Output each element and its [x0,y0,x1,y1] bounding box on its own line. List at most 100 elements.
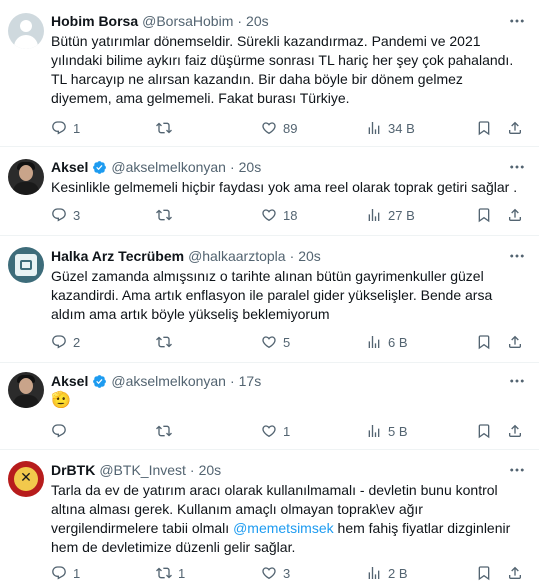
views-button[interactable]: 5 B [366,423,408,439]
timestamp[interactable]: 20s [298,247,321,265]
tweet-header: Halka Arz Tecrübem @halkaarztopla · 20s [51,247,321,265]
tweet[interactable]: Hobim Borsa @BorsaHobim · 20s Bütün yatı… [0,0,539,147]
like-button[interactable]: 89 [261,120,297,136]
views-count: 5 B [388,423,408,439]
reply-count: 3 [73,207,81,223]
reply-button[interactable]: 3 [51,207,80,223]
avatar[interactable]: ✕ [8,461,44,497]
tweet-header: Hobim Borsa @BorsaHobim · 20s [51,12,269,30]
more-icon[interactable] [507,12,527,30]
mention-link[interactable]: @memetsimsek [233,520,334,536]
retweet-button[interactable]: 1 [156,565,185,581]
views-count: 6 B [388,334,408,350]
tweet[interactable]: ✕ DrBTK @BTK_Invest · 20s Tarla da ev de… [0,450,539,582]
avatar[interactable] [8,13,44,49]
reply-button[interactable]: 1 [51,565,80,581]
tweet-text: Güzel zamanda almışsınız o tarihte alına… [51,268,493,322]
bookmark-button[interactable] [476,207,492,223]
share-icon [507,120,523,136]
avatar[interactable] [8,247,44,283]
like-icon [261,423,277,439]
views-count: 34 B [388,120,415,136]
reply-icon [51,565,67,581]
action-bar: 1 1 3 2 B [51,564,525,582]
more-icon[interactable] [507,372,527,390]
tweet-header: Aksel @akselmelkonyan · 17s [51,372,262,390]
bookmark-icon [476,207,492,223]
author-name[interactable]: Halka Arz Tecrübem [51,247,184,265]
author-name[interactable]: Hobim Borsa [51,12,138,30]
bookmark-button[interactable] [476,565,492,581]
like-button[interactable]: 5 [261,334,290,350]
views-button[interactable]: 27 B [366,207,415,223]
share-icon [507,207,523,223]
avatar[interactable] [8,372,44,408]
share-button[interactable] [507,334,523,350]
share-button[interactable] [507,423,523,439]
more-icon[interactable] [507,247,527,265]
views-button[interactable]: 2 B [366,565,408,581]
like-count: 1 [283,423,291,439]
retweet-button[interactable] [156,334,178,350]
retweet-button[interactable] [156,423,178,439]
bookmark-button[interactable] [476,120,492,136]
tweet[interactable]: Aksel @akselmelkonyan · 20s Kesinlikle g… [0,147,539,236]
views-icon [366,565,382,581]
author-name[interactable]: DrBTK [51,461,95,479]
verified-icon [92,160,107,175]
author-handle[interactable]: @BorsaHobim [142,12,233,30]
author-handle[interactable]: @akselmelkonyan [111,158,226,176]
reply-count: 1 [73,120,81,136]
timestamp[interactable]: 20s [239,158,262,176]
author-name[interactable]: Aksel [51,372,88,390]
reply-button[interactable] [51,423,73,439]
views-button[interactable]: 34 B [366,120,415,136]
action-bar: 1 5 B [51,422,525,440]
bookmark-button[interactable] [476,334,492,350]
tweet-text: Kesinlikle gelmemeli hiçbir faydası yok … [51,179,518,195]
bookmark-icon [476,565,492,581]
author-handle[interactable]: @akselmelkonyan [111,372,226,390]
bookmark-button[interactable] [476,423,492,439]
reply-count: 1 [73,565,81,581]
timestamp[interactable]: 20s [199,461,222,479]
bookmark-icon [476,423,492,439]
action-bar: 3 18 27 B [51,206,525,224]
author-handle[interactable]: @halkaarztopla [188,247,286,265]
views-icon [366,120,382,136]
bookmark-icon [476,120,492,136]
tweet[interactable]: Halka Arz Tecrübem @halkaarztopla · 20s … [0,236,539,363]
more-icon[interactable] [507,158,527,176]
tweet-text: Bütün yatırımlar dönemseldir. Sürekli ka… [51,33,514,106]
action-bar: 1 89 34 B [51,119,525,137]
avatar[interactable] [8,159,44,195]
verified-icon [92,374,107,389]
reply-count: 2 [73,334,81,350]
like-button[interactable]: 1 [261,423,290,439]
author-handle[interactable]: @BTK_Invest [99,461,186,479]
more-icon[interactable] [507,461,527,479]
timestamp[interactable]: 17s [239,372,262,390]
retweet-button[interactable] [156,120,178,136]
retweet-icon [156,334,172,350]
like-icon [261,207,277,223]
views-button[interactable]: 6 B [366,334,408,350]
views-count: 2 B [388,565,408,581]
share-button[interactable] [507,565,523,581]
like-button[interactable]: 3 [261,565,290,581]
tweet-text: Tarla da ev de yatırım aracı olarak kull… [51,481,527,557]
author-name[interactable]: Aksel [51,158,88,176]
reply-button[interactable]: 1 [51,120,80,136]
share-button[interactable] [507,120,523,136]
timestamp[interactable]: 20s [246,12,269,30]
tweet[interactable]: Aksel @akselmelkonyan · 17s 🫡 1 5 B [0,363,539,450]
like-button[interactable]: 18 [261,207,297,223]
retweet-icon [156,120,172,136]
retweet-button[interactable] [156,207,178,223]
like-icon [261,334,277,350]
reply-icon [51,334,67,350]
tweet-header: DrBTK @BTK_Invest · 20s [51,461,222,479]
reply-icon [51,207,67,223]
reply-button[interactable]: 2 [51,334,80,350]
share-button[interactable] [507,207,523,223]
